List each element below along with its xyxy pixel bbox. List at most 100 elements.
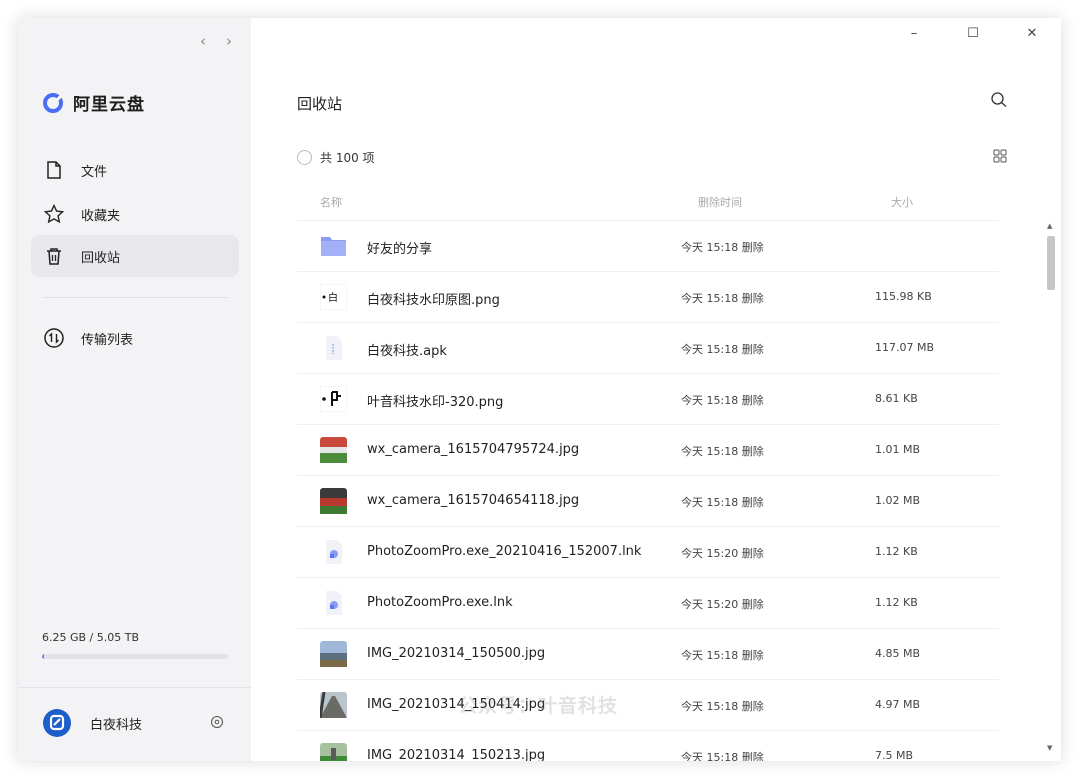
file-size: 7.5 MB <box>875 749 914 761</box>
user-divider <box>18 687 251 688</box>
image-thumbnail-icon: 白 <box>320 284 347 310</box>
file-size: 8.61 KB <box>875 392 918 405</box>
image-thumbnail-icon <box>320 386 347 412</box>
storage-progress-bar <box>42 654 228 659</box>
trash-icon <box>47 248 61 265</box>
user-profile[interactable]: 白夜科技 <box>42 708 142 738</box>
column-header-name[interactable]: 名称 <box>320 194 342 210</box>
file-name: 白夜科技水印原图.png <box>367 293 500 308</box>
table-row[interactable]: wx_camera_1615704795724.jpg 今天 15:18 删除 … <box>297 424 999 475</box>
sidebar-item-favorites[interactable]: 收藏夹 <box>31 193 239 235</box>
file-list: 好友的分享 今天 15:18 删除 白 白夜科技水印原图.png 今天 15:1… <box>297 220 999 761</box>
shortcut-file-icon <box>326 540 342 564</box>
storage-usage-text: 6.25 GB / 5.05 TB <box>42 631 140 644</box>
scrollbar[interactable]: ▲ ▼ <box>1044 220 1058 760</box>
file-size: 1.02 MB <box>875 494 921 507</box>
svg-text:白: 白 <box>328 291 338 304</box>
app-name: 阿里云盘 <box>73 95 145 115</box>
file-name: wx_camera_1615704654118.jpg <box>367 493 580 508</box>
item-count: 共 100 项 <box>320 151 375 165</box>
maximize-icon[interactable]: ☐ <box>953 26 993 48</box>
photo-thumbnail-icon <box>320 692 347 718</box>
file-deleted-time: 今天 15:18 删除 <box>681 292 764 305</box>
sidebar-item-label: 回收站 <box>81 250 121 266</box>
file-deleted-time: 今天 15:18 删除 <box>681 496 764 509</box>
file-size: 117.07 MB <box>875 341 935 354</box>
file-name: PhotoZoomPro.exe.lnk <box>367 595 513 610</box>
file-size: 4.85 MB <box>875 647 921 660</box>
shortcut-file-icon <box>326 591 342 615</box>
table-row[interactable]: wx_camera_1615704654118.jpg 今天 15:18 删除 … <box>297 475 999 526</box>
search-icon[interactable] <box>990 91 1008 109</box>
file-deleted-time: 今天 15:18 删除 <box>681 343 764 356</box>
aliyun-logo-icon <box>43 92 63 113</box>
avatar <box>43 709 71 737</box>
scroll-up-arrow-icon[interactable]: ▲ <box>1047 222 1052 230</box>
file-deleted-time: 今天 15:18 删除 <box>681 394 764 407</box>
file-size: 4.97 MB <box>875 698 921 711</box>
page-title: 回收站 <box>297 95 343 113</box>
column-header-time[interactable]: 删除时间 <box>698 194 742 210</box>
table-row[interactable]: 白夜科技.apk 今天 15:18 删除 117.07 MB <box>297 322 999 373</box>
forward-arrow-icon[interactable]: › <box>220 32 238 50</box>
file-deleted-time: 今天 15:20 删除 <box>681 547 764 560</box>
file-name: IMG_20210314_150213.jpg <box>367 748 546 761</box>
file-name: PhotoZoomPro.exe_20210416_152007.lnk <box>367 544 642 559</box>
select-all-radio[interactable] <box>297 150 312 165</box>
folder-icon <box>321 237 346 256</box>
storage-progress-fill <box>42 654 44 659</box>
close-icon[interactable]: ✕ <box>1012 26 1052 48</box>
sidebar-item-label: 收藏夹 <box>81 208 121 224</box>
scroll-down-arrow-icon[interactable]: ▼ <box>1047 744 1052 752</box>
file-name: wx_camera_1615704795724.jpg <box>367 442 580 457</box>
brand: 阿里云盘 <box>42 90 145 115</box>
table-row[interactable]: PhotoZoomPro.exe_20210416_152007.lnk 今天 … <box>297 526 999 577</box>
file-deleted-time: 今天 15:18 删除 <box>681 700 764 713</box>
file-deleted-time: 今天 15:18 删除 <box>681 751 764 761</box>
photo-thumbnail-icon <box>320 437 347 463</box>
file-size: 1.01 MB <box>875 443 921 456</box>
table-row[interactable]: 叶音科技水印-320.png 今天 15:18 删除 8.61 KB <box>297 373 999 424</box>
sidebar-item-label: 文件 <box>81 164 108 180</box>
file-name: 白夜科技.apk <box>367 344 447 359</box>
sidebar-item-recycle-bin[interactable]: 回收站 <box>31 235 239 277</box>
file-size: 1.12 KB <box>875 545 918 558</box>
sidebar: ‹ › 阿里云盘 文件 收藏夹 回收站 传输列表 6.25 GB / 5.05 T… <box>18 18 251 761</box>
column-header-size[interactable]: 大小 <box>891 194 913 210</box>
file-name: 叶音科技水印-320.png <box>367 395 504 410</box>
table-row[interactable]: IMG_20210314_150213.jpg 今天 15:18 删除 7.5 … <box>297 730 999 761</box>
file-name: IMG_20210314_150500.jpg <box>367 646 546 661</box>
file-deleted-time: 今天 15:18 删除 <box>681 649 764 662</box>
sidebar-divider <box>42 297 228 298</box>
table-row[interactable]: IMG_20210314_150500.jpg 今天 15:18 删除 4.85… <box>297 628 999 679</box>
minimize-icon[interactable]: – <box>894 26 934 48</box>
photo-thumbnail-icon <box>320 641 347 667</box>
file-name: 好友的分享 <box>367 242 433 257</box>
table-row[interactable]: IMG_20210314_150414.jpg 今天 15:18 删除 4.97… <box>297 679 999 730</box>
settings-icon[interactable] <box>210 715 224 729</box>
photo-thumbnail-icon <box>320 488 347 514</box>
table-row[interactable]: 白 白夜科技水印原图.png 今天 15:18 删除 115.98 KB <box>297 271 999 322</box>
star-icon <box>43 203 65 224</box>
apk-file-icon <box>326 336 342 360</box>
transfer-icon <box>44 328 64 348</box>
back-arrow-icon[interactable]: ‹ <box>194 32 212 50</box>
file-deleted-time: 今天 15:18 删除 <box>681 445 764 458</box>
grid-view-icon[interactable] <box>993 149 1007 163</box>
photo-thumbnail-icon <box>320 743 347 761</box>
select-all[interactable]: 共 100 项 <box>297 149 375 166</box>
sidebar-item-label: 传输列表 <box>81 332 134 348</box>
file-icon <box>47 161 61 179</box>
table-row[interactable]: PhotoZoomPro.exe.lnk 今天 15:20 删除 1.12 KB <box>297 577 999 628</box>
file-deleted-time: 今天 15:18 删除 <box>681 241 764 254</box>
table-row[interactable]: 好友的分享 今天 15:18 删除 <box>297 220 999 271</box>
file-size: 115.98 KB <box>875 290 932 303</box>
history-nav: ‹ › <box>194 32 246 50</box>
file-deleted-time: 今天 15:20 删除 <box>681 598 764 611</box>
sidebar-item-transfers[interactable]: 传输列表 <box>31 317 239 359</box>
scroll-thumb[interactable] <box>1047 236 1055 290</box>
sidebar-item-files[interactable]: 文件 <box>31 149 239 191</box>
watermark-text: 公众号：叶音科技 <box>458 695 619 717</box>
user-name: 白夜科技 <box>90 717 143 733</box>
app-window: ‹ › 阿里云盘 文件 收藏夹 回收站 传输列表 6.25 GB / 5.05 T… <box>18 18 1061 761</box>
